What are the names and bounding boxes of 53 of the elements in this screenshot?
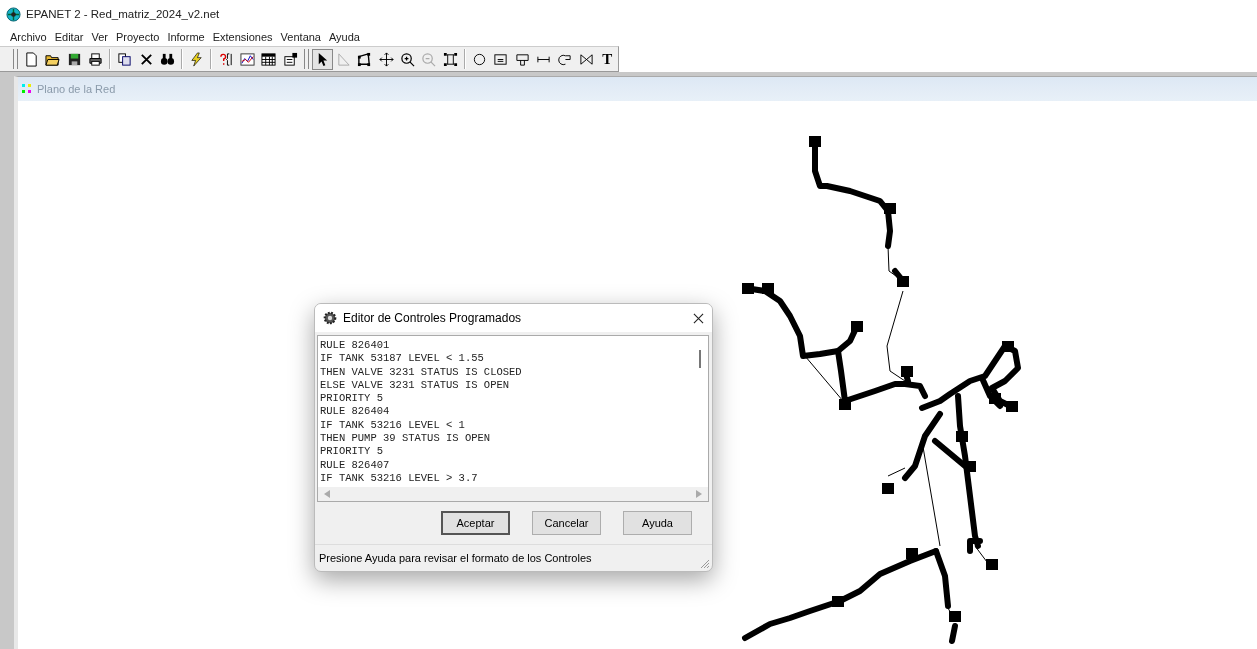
code-line: ELSE VALVE 3231 STATUS IS OPEN xyxy=(320,378,511,393)
code-line: RULE 826401 xyxy=(320,339,391,353)
window-title: EPANET 2 - Red_matriz_2024_v2.net xyxy=(26,8,220,20)
dialog-button[interactable]: Cancelar xyxy=(532,511,601,535)
graph-icon[interactable] xyxy=(239,51,255,67)
gear-icon xyxy=(323,311,337,325)
full-extent-icon[interactable] xyxy=(442,51,458,67)
text-tool-button[interactable]: T xyxy=(596,48,618,70)
code-line: RULE 826407 xyxy=(320,458,391,472)
menu-item[interactable]: Ayuda xyxy=(325,31,364,43)
menu-item[interactable]: Editar xyxy=(50,31,88,43)
map-window-icon xyxy=(22,84,32,94)
code-line: PRIORITY 5 xyxy=(320,445,384,459)
close-icon[interactable] xyxy=(693,312,704,324)
circle-icon[interactable] xyxy=(471,51,487,67)
code-line: IF TANK 53187 LEVEL < 1.55 xyxy=(320,352,485,366)
new-file-icon[interactable] xyxy=(24,51,40,67)
app-logo-icon xyxy=(6,6,21,22)
code-line: THEN VALVE 3231 STATUS IS CLOSED xyxy=(320,365,523,379)
code-line: PRIORITY 5 xyxy=(320,392,384,406)
binoculars-icon[interactable] xyxy=(159,51,175,67)
dialog-title: Editor de Controles Programados xyxy=(343,311,523,325)
save-icon[interactable] xyxy=(66,51,82,67)
pan-icon[interactable] xyxy=(378,51,394,67)
tank-icon[interactable] xyxy=(514,51,530,67)
menu-item[interactable]: Archivo xyxy=(6,31,51,43)
query-icon[interactable] xyxy=(218,51,234,67)
map-window-title: Plano de la Red xyxy=(37,83,116,95)
menu-item[interactable]: Extensiones xyxy=(208,31,277,43)
valve-icon[interactable] xyxy=(578,51,594,67)
code-line: IF TANK 53216 LEVEL > 3.7 xyxy=(320,471,479,486)
menu-item[interactable]: Ventana xyxy=(276,31,325,43)
status-text: Presione Ayuda para revisar el formato de los Controles xyxy=(319,552,592,564)
menu-item[interactable]: Informe xyxy=(163,31,209,43)
scrollbar-thumb[interactable] xyxy=(699,350,701,368)
code-line: RULE 826404 xyxy=(320,405,391,419)
lightning-icon[interactable] xyxy=(189,51,205,67)
delete-icon[interactable] xyxy=(138,51,154,67)
menu-item[interactable]: Proyecto xyxy=(111,31,164,43)
printer-icon[interactable] xyxy=(88,51,103,67)
resize-grip-icon[interactable] xyxy=(698,557,710,569)
reservoir-icon[interactable] xyxy=(493,51,509,67)
code-editor[interactable] xyxy=(317,335,709,502)
menu-item[interactable]: Ver xyxy=(87,31,112,43)
polygon-icon[interactable] xyxy=(357,51,373,67)
dialog-button[interactable]: Ayuda xyxy=(623,511,692,535)
table-icon[interactable] xyxy=(261,51,277,67)
dialog-button[interactable]: Aceptar xyxy=(441,511,510,535)
zoom-in-icon[interactable] xyxy=(400,51,416,67)
code-line: IF TANK 53216 LEVEL < 1 xyxy=(320,418,466,433)
options-icon[interactable] xyxy=(282,51,298,67)
code-line: THEN PUMP 39 STATUS IS OPEN xyxy=(320,432,492,446)
copy-icon[interactable] xyxy=(117,51,133,67)
